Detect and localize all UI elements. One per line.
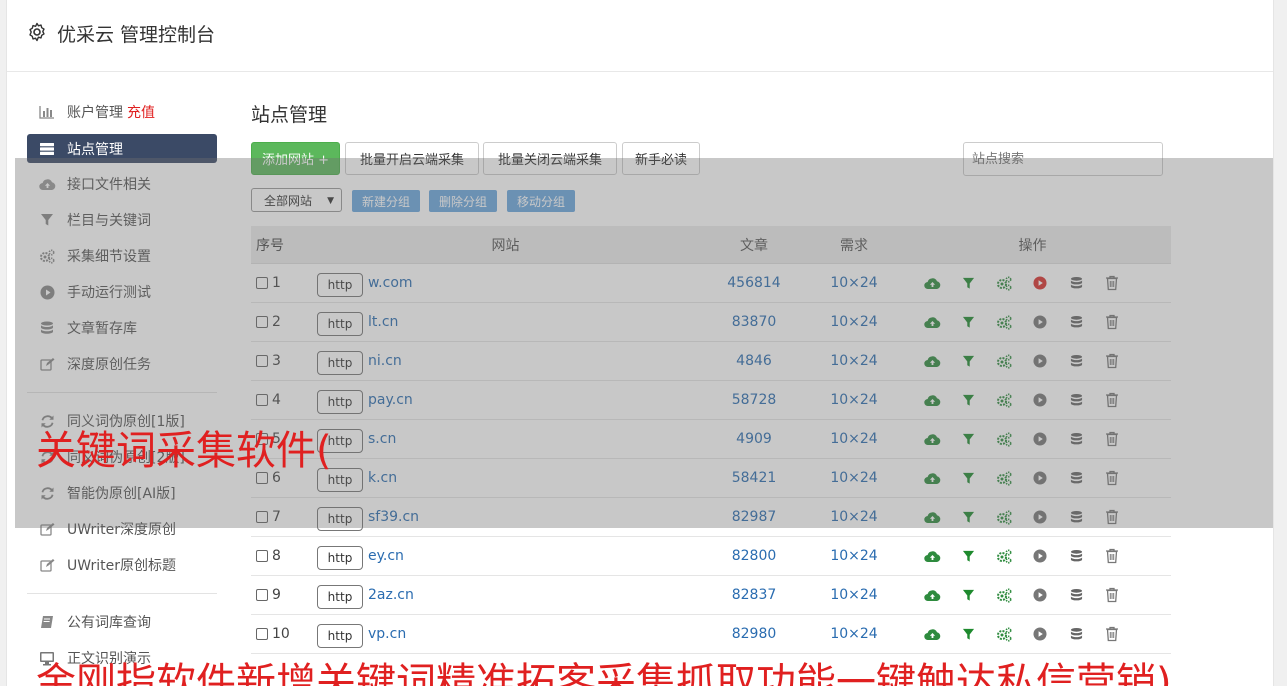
sidebar-item[interactable]: UWriter原创标题 [27, 547, 217, 583]
site-domain-link[interactable]: vp.cn [368, 626, 406, 642]
row-checkbox[interactable] [256, 589, 268, 601]
book-icon [38, 614, 56, 630]
ops-cell [894, 626, 1171, 642]
edit-icon [38, 557, 56, 573]
row-number: 10 [272, 626, 290, 642]
play-circle-icon[interactable] [1022, 549, 1058, 563]
sidebar-item-label: 账户管理 [67, 105, 123, 121]
article-count[interactable]: 82837 [694, 587, 814, 603]
caption-line-1: 关键词采集软件( [36, 428, 332, 474]
article-count[interactable]: 82800 [694, 548, 814, 564]
need-value[interactable]: 10×24 [814, 548, 894, 564]
site-cell: http 2az.cn [317, 581, 694, 609]
sidebar-item-label: 公有词库查询 [67, 615, 151, 631]
sidebar-divider [27, 593, 217, 594]
protocol-badge[interactable]: http [317, 546, 363, 570]
cloud-upload-icon[interactable] [914, 589, 950, 602]
protocol-badge[interactable]: http [317, 624, 363, 648]
row-number: 8 [272, 548, 281, 564]
protocol-badge[interactable]: http [317, 585, 363, 609]
row-number-cell: 10 [251, 626, 317, 642]
cogs-icon[interactable] [986, 548, 1022, 564]
header: 优采云 管理控制台 [7, 0, 1273, 72]
database-icon[interactable] [1058, 627, 1094, 642]
database-icon[interactable] [1058, 588, 1094, 603]
bar-chart-icon [38, 104, 56, 120]
database-icon[interactable] [1058, 549, 1094, 564]
play-circle-icon[interactable] [1022, 588, 1058, 602]
site-cell: http vp.cn [317, 620, 694, 648]
row-number: 9 [272, 587, 281, 603]
table-row: 10 http vp.cn 82980 10×24 [251, 615, 1171, 654]
filter-icon[interactable] [950, 550, 986, 563]
need-value[interactable]: 10×24 [814, 626, 894, 642]
filter-icon[interactable] [950, 589, 986, 602]
table-row: 8 http ey.cn 82800 10×24 [251, 537, 1171, 576]
cogs-icon[interactable] [986, 626, 1022, 642]
sidebar-item[interactable]: 公有词库查询 [27, 604, 217, 640]
trash-icon[interactable] [1094, 587, 1130, 603]
row-number-cell: 9 [251, 587, 317, 603]
caption-line-2: 金刚指软件新增关键词精准拓客采集抓取功能一键触达私信营销) [36, 660, 1172, 686]
cloud-upload-icon[interactable] [914, 628, 950, 641]
server-icon [38, 141, 56, 157]
sidebar-item[interactable]: 账户管理 充值 [27, 94, 217, 130]
site-domain-link[interactable]: ey.cn [368, 548, 404, 564]
recharge-link[interactable]: 充值 [127, 102, 155, 122]
app-title: 优采云 管理控制台 [57, 24, 216, 46]
gear-icon [29, 22, 45, 42]
site-cell: http ey.cn [317, 542, 694, 570]
sidebar-item-label: UWriter原创标题 [67, 558, 176, 574]
table-row: 9 http 2az.cn 82837 10×24 [251, 576, 1171, 615]
row-checkbox[interactable] [256, 550, 268, 562]
site-domain-link[interactable]: 2az.cn [368, 587, 414, 603]
main-content: 站点管理 添加网站 + 批量开启云端采集 批量关闭云端采集 新手必读 全部网站 … [251, 100, 1175, 654]
row-checkbox[interactable] [256, 628, 268, 640]
need-value[interactable]: 10×24 [814, 587, 894, 603]
ops-cell [894, 587, 1171, 603]
trash-icon[interactable] [1094, 626, 1130, 642]
page-title: 站点管理 [251, 104, 328, 126]
trash-icon[interactable] [1094, 548, 1130, 564]
cloud-upload-icon[interactable] [914, 550, 950, 563]
filter-icon[interactable] [950, 628, 986, 641]
cogs-icon[interactable] [986, 587, 1022, 603]
article-count[interactable]: 82980 [694, 626, 814, 642]
sidebar-item-label: 站点管理 [67, 141, 123, 158]
ops-cell [894, 548, 1171, 564]
row-number-cell: 8 [251, 548, 317, 564]
play-circle-icon[interactable] [1022, 627, 1058, 641]
